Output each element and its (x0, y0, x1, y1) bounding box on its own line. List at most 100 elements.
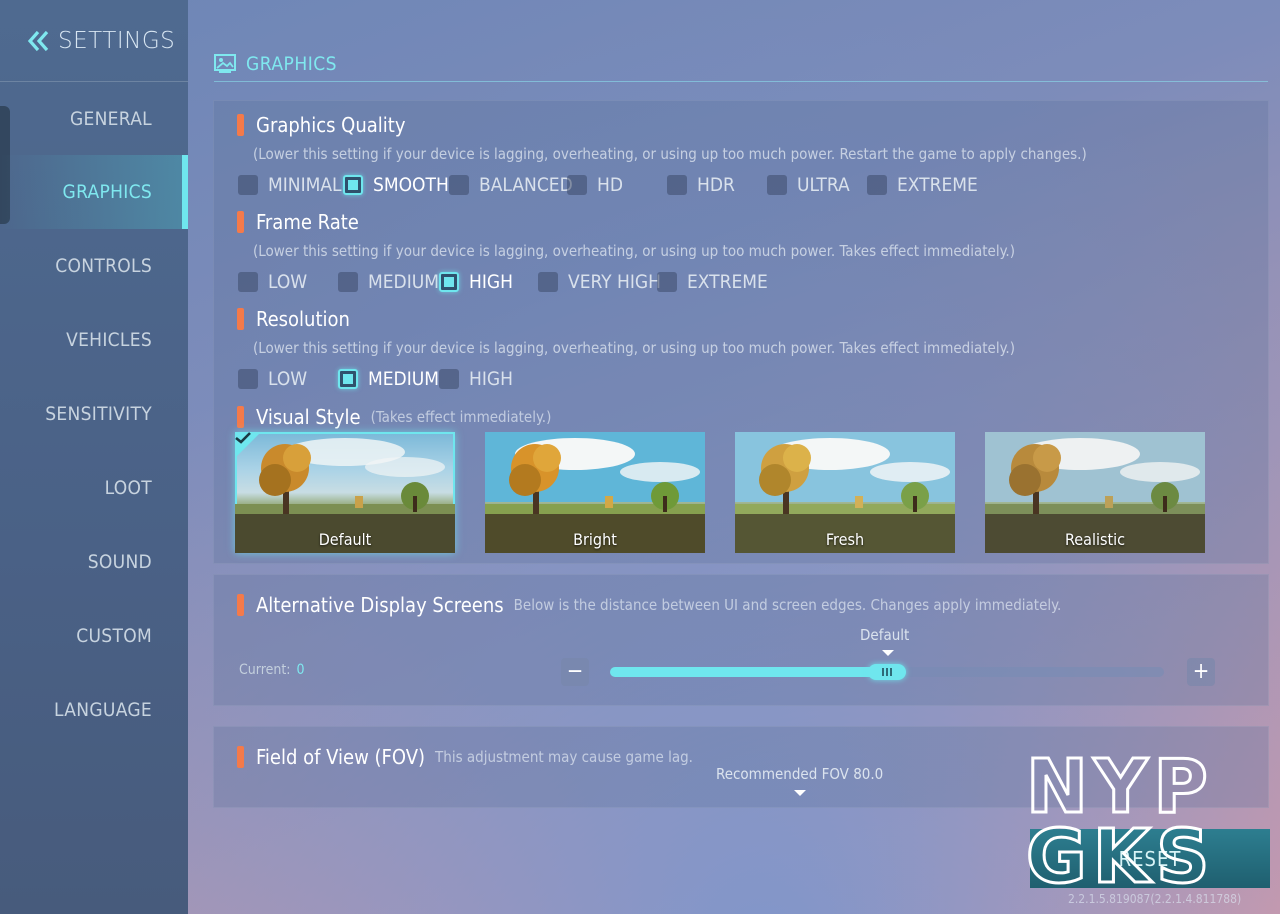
visual-style-title: Visual Style (256, 405, 361, 429)
visual-style-default[interactable]: Default (235, 432, 455, 553)
graphics-option-minimal[interactable]: MINIMAL (238, 172, 342, 198)
option-label: EXTREME (897, 174, 978, 196)
graphics-quality-label: Graphics Quality (237, 113, 405, 137)
accent-marker (237, 406, 244, 428)
graphics-option-hdr[interactable]: HDR (667, 172, 735, 198)
display-screens-slider[interactable] (610, 664, 1164, 680)
option-label: LOW (268, 368, 308, 390)
graphics-quality-hint: (Lower this setting if your device is la… (253, 145, 1087, 163)
frame-rate-label: Frame Rate (237, 210, 359, 234)
sidebar-title: SETTINGS (58, 27, 176, 54)
section-header: GRAPHICS (214, 46, 1268, 82)
option-label: HIGH (469, 271, 514, 293)
checkbox[interactable] (449, 175, 469, 195)
checkbox[interactable] (238, 369, 258, 389)
sidebar-item-controls[interactable]: CONTROLS (0, 229, 188, 303)
settings-back-button[interactable]: SETTINGS (0, 0, 188, 82)
slider-fill (610, 667, 887, 677)
image-icon (214, 53, 236, 73)
display-screens-label: Alternative Display Screens Below is the… (237, 593, 1061, 617)
option-label: SMOOTH (373, 174, 449, 196)
sidebar-item-loot[interactable]: LOOT (0, 451, 188, 525)
checkbox-checked[interactable] (439, 272, 459, 292)
decrease-button[interactable]: − (561, 658, 589, 686)
checkbox-checked[interactable] (338, 369, 358, 389)
frame-option-medium[interactable]: MEDIUM (338, 269, 439, 295)
checkmark-icon (235, 432, 251, 444)
option-label: HDR (697, 174, 735, 196)
checkbox[interactable] (338, 272, 358, 292)
fov-title: Field of View (FOV) (256, 745, 426, 769)
frame-option-very-high[interactable]: VERY HIGH (538, 269, 661, 295)
frame-option-low[interactable]: LOW (238, 269, 307, 295)
option-label: MINIMAL (268, 174, 342, 196)
visual-style-fresh[interactable]: Fresh (735, 432, 955, 553)
checkbox-checked[interactable] (343, 175, 363, 195)
accent-marker (237, 308, 244, 330)
graphics-option-hd[interactable]: HD (567, 172, 623, 198)
graphics-option-smooth[interactable]: SMOOTH (343, 172, 449, 198)
version-label: 2.2.1.5.819087(2.2.1.4.811788) (1068, 892, 1242, 906)
option-label: EXTREME (687, 271, 768, 293)
sidebar-item-graphics[interactable]: GRAPHICS (0, 155, 188, 229)
frame-option-extreme[interactable]: EXTREME (657, 269, 768, 295)
increase-button[interactable]: + (1187, 658, 1215, 686)
frame-rate-title: Frame Rate (256, 210, 359, 234)
visual-style-hint: (Takes effect immediately.) (370, 408, 552, 426)
reset-button[interactable]: RESET (1030, 829, 1270, 888)
sidebar: SETTINGS GENERAL GRAPHICS CONTROLS VEHIC… (0, 0, 188, 914)
graphics-quality-title: Graphics Quality (256, 113, 406, 137)
sidebar-item-sensitivity[interactable]: SENSITIVITY (0, 377, 188, 451)
fov-hint: This adjustment may cause game lag. (435, 748, 693, 766)
accent-marker (237, 114, 244, 136)
resolution-option-low[interactable]: LOW (238, 366, 307, 392)
fov-label: Field of View (FOV) This adjustment may … (237, 745, 693, 769)
sidebar-item-sound[interactable]: SOUND (0, 525, 188, 599)
slider-default-label: Default (860, 626, 910, 644)
checkbox[interactable] (767, 175, 787, 195)
sidebar-item-custom[interactable]: CUSTOM (0, 599, 188, 673)
checkbox[interactable] (538, 272, 558, 292)
current-value: 0 (296, 662, 305, 678)
double-chevron-left-icon (27, 30, 49, 51)
caret-down-icon (794, 790, 806, 796)
checkbox[interactable] (238, 272, 258, 292)
checkbox[interactable] (238, 175, 258, 195)
visual-style-default-label: Default (318, 530, 372, 549)
graphics-option-ultra[interactable]: ULTRA (767, 172, 850, 198)
frame-option-high[interactable]: HIGH (439, 269, 513, 295)
checkbox[interactable] (439, 369, 459, 389)
visual-style-realistic-label: Realistic (1064, 530, 1125, 549)
visual-style-fresh-label: Fresh (825, 530, 865, 549)
option-label: LOW (268, 271, 308, 293)
display-screens-title: Alternative Display Screens (256, 593, 504, 617)
option-label: MEDIUM (368, 271, 440, 293)
checkbox[interactable] (867, 175, 887, 195)
graphics-option-balanced[interactable]: BALANCED (449, 172, 573, 198)
checkbox[interactable] (657, 272, 677, 292)
visual-style-label: Visual Style (Takes effect immediately.) (237, 405, 551, 429)
option-label: BALANCED (479, 174, 573, 196)
sidebar-item-language[interactable]: LANGUAGE (0, 673, 188, 747)
resolution-option-medium[interactable]: MEDIUM (338, 366, 439, 392)
sidebar-item-general[interactable]: GENERAL (0, 82, 188, 156)
slider-handle[interactable] (868, 664, 906, 680)
checkbox[interactable] (567, 175, 587, 195)
option-label: HD (597, 174, 624, 196)
graphics-option-extreme[interactable]: EXTREME (867, 172, 978, 198)
resolution-option-high[interactable]: HIGH (439, 366, 513, 392)
visual-style-bright-label: Bright (573, 530, 617, 549)
accent-marker (237, 746, 244, 768)
frame-rate-hint: (Lower this setting if your device is la… (253, 242, 1015, 260)
resolution-label: Resolution (237, 307, 350, 331)
sidebar-item-vehicles[interactable]: VEHICLES (0, 303, 188, 377)
display-screens-hint: Below is the distance between UI and scr… (513, 596, 1062, 614)
section-title: GRAPHICS (246, 52, 338, 75)
checkbox[interactable] (667, 175, 687, 195)
accent-marker (237, 211, 244, 233)
caret-down-icon (882, 650, 894, 656)
visual-style-bright[interactable]: Bright (485, 432, 705, 553)
settings-screen: SETTINGS GENERAL GRAPHICS CONTROLS VEHIC… (0, 0, 1280, 914)
accent-marker (237, 594, 244, 616)
visual-style-realistic[interactable]: Realistic (985, 432, 1205, 553)
